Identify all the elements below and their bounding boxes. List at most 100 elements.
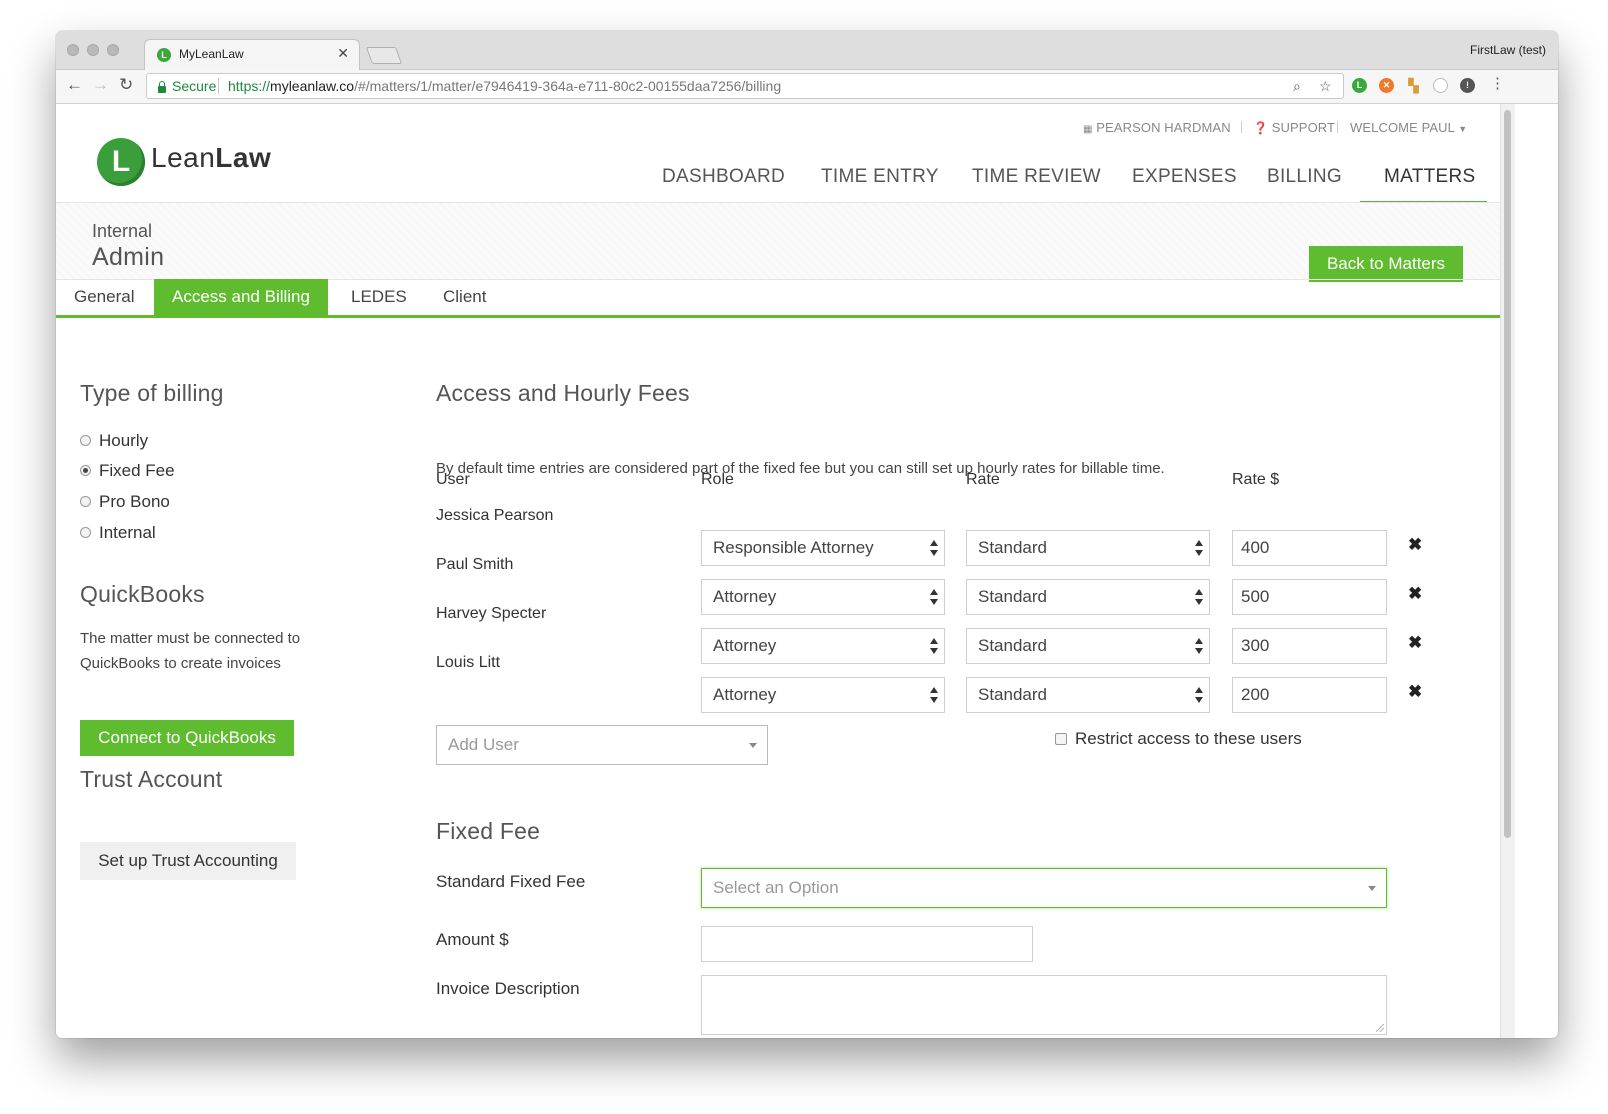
radio-button[interactable] (80, 465, 91, 477)
logo-wordmark[interactable]: LeanLaw (151, 142, 271, 174)
rate-amount-input[interactable] (1232, 628, 1387, 664)
radio-pro-bono[interactable]: Pro Bono (80, 492, 170, 512)
leanlaw-extension-icon[interactable]: L (1352, 78, 1367, 93)
zoom-icon[interactable]: ⌕ (1293, 74, 1301, 98)
leanlaw-favicon-icon: L (157, 48, 171, 62)
tab-title: MyLeanLaw (179, 47, 244, 61)
quickbooks-title: QuickBooks (80, 581, 205, 607)
caret-down-icon: ▼ (1458, 124, 1468, 134)
tab-general[interactable]: General (56, 279, 152, 315)
nav-time-review[interactable]: TIME REVIEW (972, 166, 1101, 188)
close-icon[interactable]: ✕ (337, 45, 349, 62)
leanlaw-logo-icon[interactable]: L (97, 138, 145, 186)
page: ▦ PEARSON HARDMAN ❓ SUPPORT WELCOME PAUL… (56, 104, 1500, 1038)
pen-extension-icon[interactable]: ▚ (1406, 78, 1421, 93)
close-window-button[interactable] (67, 44, 79, 56)
rate-amount-input[interactable] (1232, 530, 1387, 566)
quickbooks-note: The matter must be connected to QuickBook… (80, 630, 301, 672)
radio-fixed-fee[interactable]: Fixed Fee (80, 461, 175, 481)
restrict-access-checkbox[interactable]: Restrict access to these users (1055, 729, 1302, 749)
amount-input[interactable] (701, 926, 1033, 962)
standard-fixed-fee-select[interactable]: Select an Option (701, 868, 1387, 908)
resize-handle-icon[interactable] (1376, 1024, 1384, 1032)
rate-select[interactable]: Standard (966, 677, 1210, 713)
browser-toolbar: ← → ↻ Secure https://myleanlaw.co/#/matt… (56, 70, 1558, 104)
caret-down-icon (1368, 886, 1376, 891)
column-role: Role (701, 471, 734, 488)
question-circle-icon: ❓ (1253, 121, 1269, 135)
radio-internal[interactable]: Internal (80, 523, 156, 543)
column-rate: Rate (966, 471, 1000, 488)
updown-arrows-icon (930, 589, 938, 605)
circle-extension-icon[interactable] (1433, 78, 1448, 93)
scrollbar-thumb[interactable] (1504, 110, 1511, 838)
remove-user-icon[interactable]: ✖ (1408, 633, 1422, 653)
role-select[interactable]: Attorney (701, 677, 945, 713)
reload-icon[interactable]: ↻ (119, 75, 133, 95)
radio-button[interactable] (80, 496, 91, 508)
column-rate-amount: Rate $ (1232, 471, 1280, 488)
forward-arrow-icon[interactable]: → (92, 75, 109, 95)
role-select[interactable]: Responsible Attorney (701, 530, 945, 566)
utility-nav: ▦ PEARSON HARDMAN ❓ SUPPORT WELCOME PAUL… (56, 104, 1500, 135)
updown-arrows-icon (1195, 687, 1203, 703)
tab-client[interactable]: Client (425, 279, 504, 315)
updown-arrows-icon (930, 638, 938, 654)
info-extension-icon[interactable]: ! (1460, 78, 1475, 93)
rate-amount-input[interactable] (1232, 677, 1387, 713)
rate-amount-input[interactable] (1232, 579, 1387, 615)
nav-matters[interactable]: MATTERS (1384, 166, 1475, 188)
checkbox[interactable] (1055, 732, 1067, 745)
rate-select[interactable]: Standard (966, 579, 1210, 615)
remove-user-icon[interactable]: ✖ (1408, 682, 1422, 702)
grid-icon: ▦ (1083, 124, 1093, 135)
remove-user-icon[interactable]: ✖ (1408, 584, 1422, 604)
radio-hourly[interactable]: Hourly (80, 431, 148, 451)
nav-time-entry[interactable]: TIME ENTRY (821, 166, 939, 188)
zoom-window-button[interactable] (107, 44, 119, 56)
address-bar[interactable]: Secure https://myleanlaw.co/#/matters/1/… (146, 73, 1344, 99)
nav-expenses[interactable]: EXPENSES (1132, 166, 1237, 188)
updown-arrows-icon (1195, 638, 1203, 654)
back-arrow-icon[interactable]: ← (66, 75, 83, 95)
nav-billing[interactable]: BILLING (1267, 166, 1342, 188)
bookmark-star-icon[interactable]: ☆ (1319, 74, 1332, 98)
role-select[interactable]: Attorney (701, 579, 945, 615)
remove-user-icon[interactable]: ✖ (1408, 535, 1422, 555)
minimize-window-button[interactable] (87, 44, 99, 56)
page-scrollbar[interactable] (1500, 104, 1515, 1038)
browser-window: L MyLeanLaw ✕ FirstLaw (test) ← → ↻ Secu… (56, 31, 1558, 1038)
tab-ledes[interactable]: LEDES (333, 279, 425, 315)
connect-quickbooks-button[interactable]: Connect to QuickBooks (80, 720, 294, 756)
updown-arrows-icon (1195, 589, 1203, 605)
radio-button[interactable] (80, 527, 91, 539)
rate-select[interactable]: Standard (966, 530, 1210, 566)
orange-extension-icon[interactable]: ✕ (1379, 78, 1394, 93)
support-link[interactable]: ❓ SUPPORT (1253, 120, 1335, 135)
invoice-description-textarea[interactable] (701, 975, 1387, 1035)
trust-account-title: Trust Account (80, 766, 223, 792)
profile-name[interactable]: FirstLaw (test) (1470, 43, 1546, 57)
access-description: By default time entries are considered p… (436, 460, 1165, 477)
new-tab-button[interactable] (365, 47, 403, 64)
firm-link[interactable]: ▦ PEARSON HARDMAN (1083, 120, 1231, 135)
nav-dashboard[interactable]: DASHBOARD (662, 166, 785, 188)
add-user-select[interactable]: Add User (436, 725, 768, 765)
tab-access-and-billing[interactable]: Access and Billing (154, 279, 328, 315)
welcome-menu[interactable]: WELCOME PAUL ▼ (1350, 120, 1467, 135)
menu-kebab-icon[interactable]: ⋮ (1490, 74, 1505, 92)
user-name: Harvey Specter (436, 605, 547, 622)
rate-select[interactable]: Standard (966, 628, 1210, 664)
browser-tab[interactable]: L MyLeanLaw ✕ (144, 39, 360, 70)
radio-button[interactable] (80, 435, 91, 447)
billing-type-title: Type of billing (80, 380, 224, 406)
secure-label: Secure (172, 78, 217, 94)
user-name: Jessica Pearson (436, 507, 554, 524)
back-to-matters-button[interactable]: Back to Matters (1309, 246, 1463, 282)
access-title: Access and Hourly Fees (436, 380, 690, 406)
matter-client: Internal (92, 221, 153, 241)
role-select[interactable]: Attorney (701, 628, 945, 664)
setup-trust-button[interactable]: Set up Trust Accounting (80, 842, 296, 880)
caret-down-icon (749, 743, 757, 748)
lock-icon (158, 81, 166, 93)
